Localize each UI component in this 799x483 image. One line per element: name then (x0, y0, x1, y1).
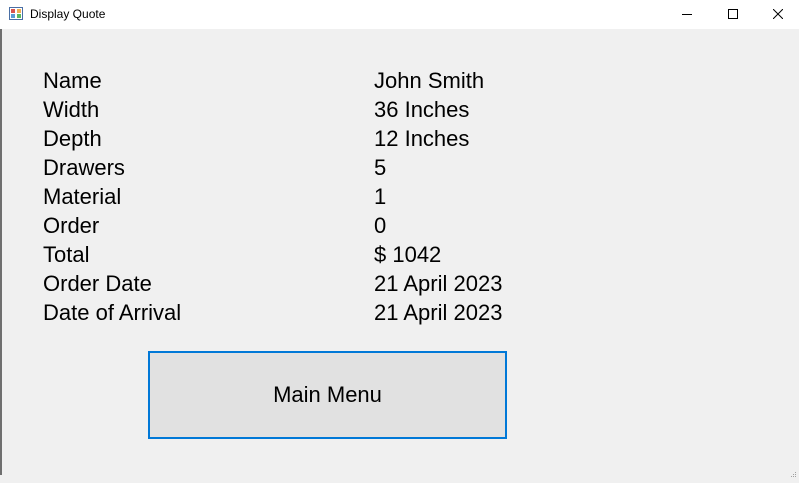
resize-grip-icon[interactable] (789, 465, 797, 477)
order-label: Order (43, 213, 100, 238)
order-value: 0 (374, 213, 387, 238)
title-bar[interactable]: Display Quote (0, 0, 799, 29)
maximize-icon (728, 6, 738, 24)
name-label: Name (43, 68, 102, 93)
close-button[interactable] (755, 0, 799, 29)
maximize-button[interactable] (710, 0, 756, 29)
width-value: 36 Inches (374, 97, 470, 122)
total-label: Total (43, 242, 90, 267)
material-label: Material (43, 184, 122, 209)
order-date-value: 21 April 2023 (374, 271, 503, 296)
form-app-icon (9, 7, 23, 20)
main-menu-button[interactable]: Main Menu (148, 351, 507, 439)
name-value: John Smith (374, 68, 485, 93)
date-of-arrival-value: 21 April 2023 (374, 300, 503, 325)
quote-form: Name John Smith Width 36 Inches Depth 12… (0, 29, 799, 475)
width-label: Width (43, 97, 100, 122)
drawers-label: Drawers (43, 155, 125, 180)
window-left-border (0, 29, 2, 475)
depth-label: Depth (43, 126, 102, 151)
window-title: Display Quote (30, 7, 106, 21)
drawers-value: 5 (374, 155, 387, 180)
date-of-arrival-label: Date of Arrival (43, 300, 182, 325)
minimize-icon (682, 6, 692, 24)
close-icon (772, 6, 784, 24)
material-value: 1 (374, 184, 387, 209)
order-date-label: Order Date (43, 271, 152, 296)
depth-value: 12 Inches (374, 126, 470, 151)
total-value: $ 1042 (374, 242, 442, 267)
minimize-button[interactable] (664, 0, 710, 29)
